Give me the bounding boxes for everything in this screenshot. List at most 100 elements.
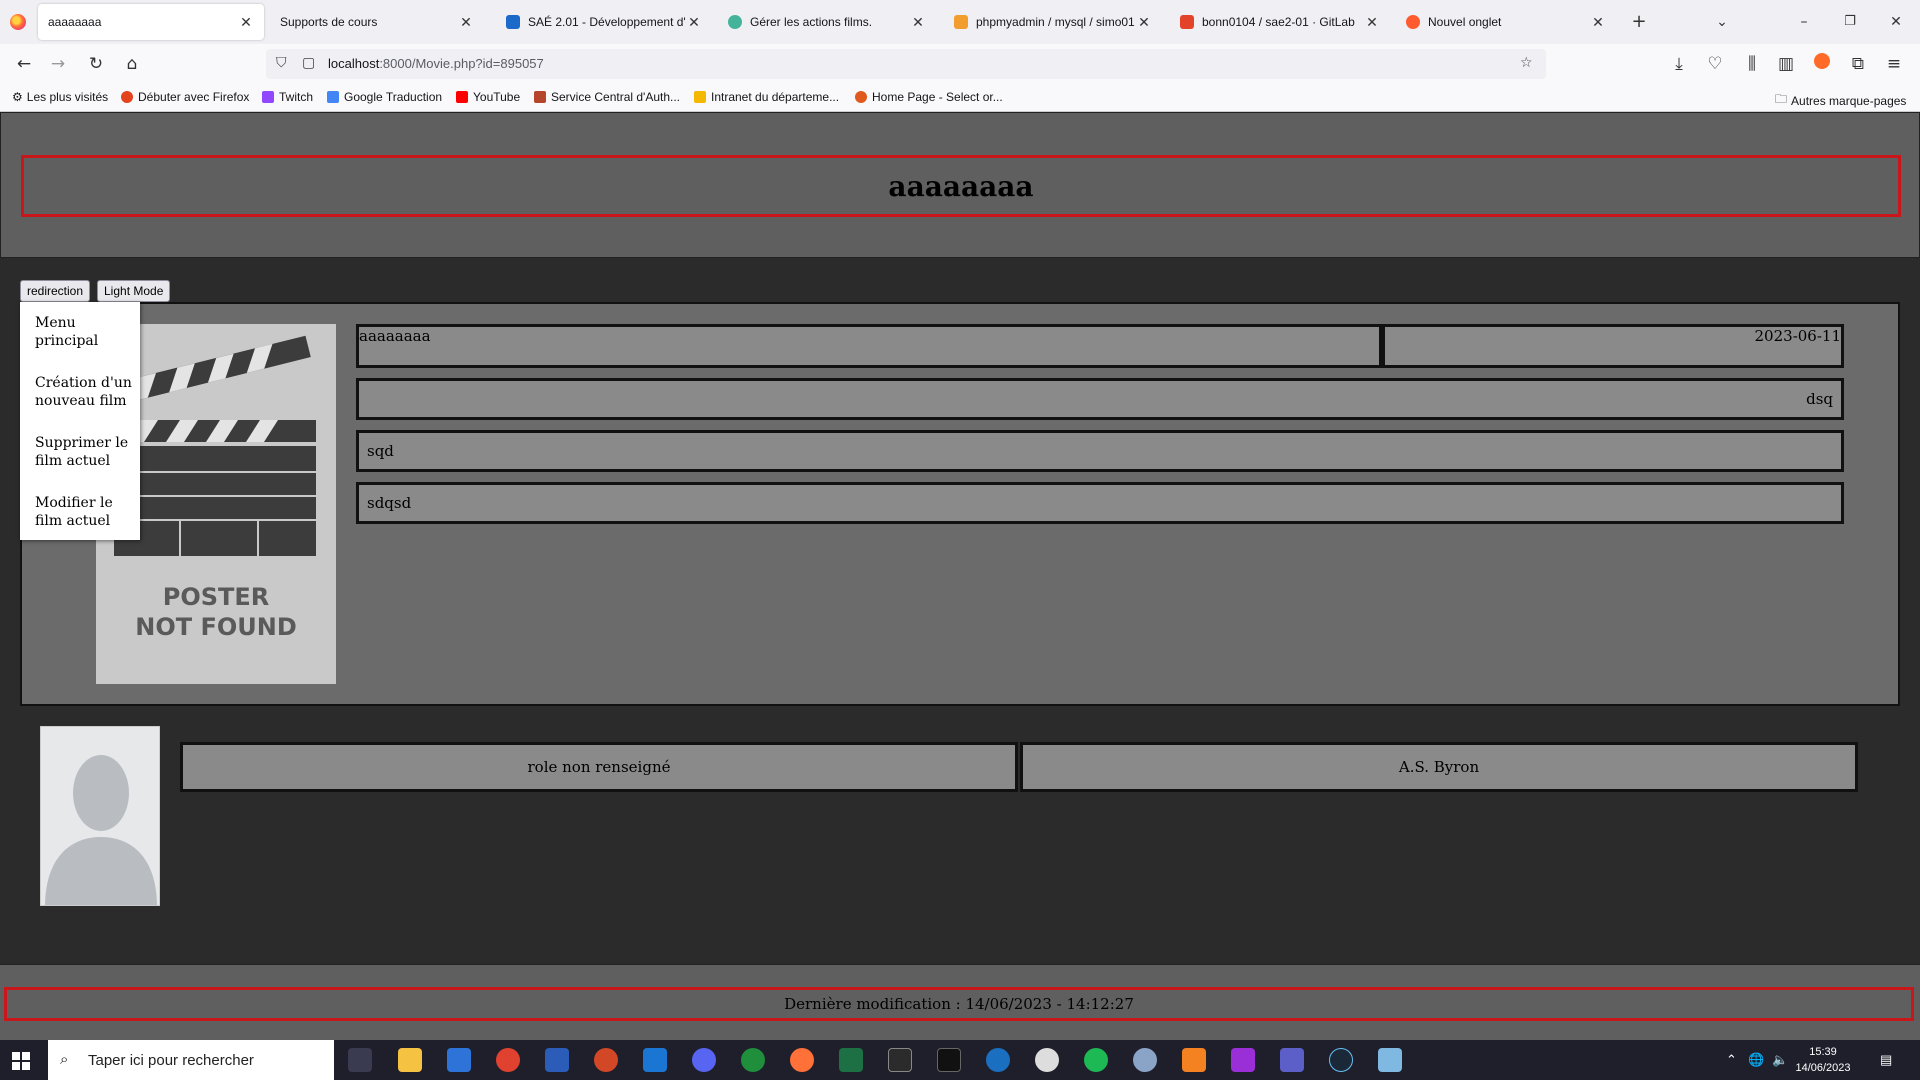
tab-label: Supports de cours: [280, 15, 378, 29]
ccleaner-icon[interactable]: [986, 1048, 1010, 1072]
browser-tab-bar: aaaaaaaa ✕ Supports de cours ✕ SAÉ 2.01 …: [0, 0, 1920, 44]
bookmark-home-page[interactable]: Home Page - Select or...: [855, 90, 1003, 104]
xampp-icon[interactable]: [1182, 1048, 1206, 1072]
epic-games-icon[interactable]: [888, 1048, 912, 1072]
new-tab-plus-icon[interactable]: +: [1627, 10, 1651, 34]
discord-icon[interactable]: [692, 1048, 716, 1072]
tab-gerer[interactable]: Gérer les actions films. ✕: [718, 4, 936, 40]
word-icon[interactable]: [545, 1048, 569, 1072]
gear-icon: ⚙: [12, 90, 23, 104]
bookmark-other-folder[interactable]: 🗀 Autres marque-pages: [1775, 90, 1906, 111]
shield-icon[interactable]: ⛉: [276, 55, 287, 71]
hamburger-menu-icon[interactable]: ≡: [1882, 52, 1906, 76]
bookmark-google-translate[interactable]: Google Traduction: [327, 90, 442, 104]
powerpoint-icon[interactable]: [594, 1048, 618, 1072]
excel-icon[interactable]: [839, 1048, 863, 1072]
close-icon[interactable]: ✕: [1364, 14, 1380, 31]
spotify-icon[interactable]: [1084, 1048, 1108, 1072]
reload-icon[interactable]: ↻: [84, 52, 108, 76]
url-text[interactable]: localhost:8000/Movie.php?id=895057: [328, 56, 544, 71]
bookmark-label: Les plus visités: [26, 90, 109, 104]
tab-label: bonn0104 / sae2-01 · GitLab: [1202, 15, 1355, 29]
tab-label: phpmyadmin / mysql / simo01: [976, 15, 1135, 29]
bookmark-label: Service Central d'Auth...: [551, 90, 681, 104]
bookmark-star-icon[interactable]: ☆: [1520, 55, 1533, 71]
bookmark-cas[interactable]: Service Central d'Auth...: [534, 90, 680, 104]
extensions-icon[interactable]: ⧉: [1846, 52, 1870, 76]
close-icon[interactable]: ✕: [1136, 14, 1152, 31]
xbox-icon[interactable]: [741, 1048, 765, 1072]
tab-list-chevron-icon[interactable]: ⌄: [1710, 10, 1734, 34]
task-view-icon[interactable]: [348, 1048, 372, 1072]
bookmark-most-visited[interactable]: ⚙ Les plus visités: [12, 90, 108, 104]
firefox-icon: [121, 91, 133, 103]
bookmark-intranet[interactable]: Intranet du départeme...: [694, 90, 839, 104]
close-icon[interactable]: ✕: [686, 14, 702, 31]
tab-current[interactable]: aaaaaaaa ✕: [38, 4, 264, 40]
tab-sae[interactable]: SAÉ 2.01 - Développement d'un ✕: [496, 4, 712, 40]
tab-gitlab[interactable]: bonn0104 / sae2-01 · GitLab ✕: [1170, 4, 1390, 40]
phpmyadmin-icon: [954, 15, 968, 29]
forward-arrow-icon[interactable]: →: [46, 52, 70, 76]
menu-item-delete-film[interactable]: Supprimer le film actuel: [35, 434, 135, 470]
tab-label: aaaaaaaa: [48, 15, 102, 29]
bookmark-youtube[interactable]: YouTube: [456, 90, 520, 104]
home-icon[interactable]: ⌂: [120, 52, 144, 76]
menu-item-main-menu[interactable]: Menu principal: [35, 314, 135, 350]
close-icon[interactable]: ✕: [458, 14, 474, 31]
library-icon[interactable]: ⫼: [1740, 52, 1764, 76]
bookmark-label: Home Page - Select or...: [872, 90, 1003, 104]
minimize-icon[interactable]: –: [1792, 10, 1816, 34]
phpstorm-icon[interactable]: [1231, 1048, 1255, 1072]
chevron-up-icon[interactable]: ⌃: [1726, 1052, 1737, 1068]
poster-text-line1: POSTER: [162, 583, 270, 611]
light-mode-button[interactable]: Light Mode: [97, 280, 171, 302]
notes-app-icon[interactable]: [1378, 1048, 1402, 1072]
bookmark-label: Débuter avec Firefox: [138, 90, 250, 104]
tab-phpmyadmin[interactable]: phpmyadmin / mysql / simo01 ✕: [944, 4, 1162, 40]
redirection-dropdown-menu: Menu principal Création d'un nouveau fil…: [20, 302, 140, 540]
url-bar[interactable]: ⛉ ▢ localhost:8000/Movie.php?id=895057 ☆: [266, 49, 1546, 79]
actor-name-box[interactable]: A.S. Byron: [1020, 742, 1858, 792]
menu-item-create-film[interactable]: Création d'un nouveau film: [35, 374, 135, 410]
google-translate-icon: [327, 91, 339, 103]
page-title: aaaaaaaa: [888, 169, 1034, 203]
redirection-button[interactable]: redirection: [20, 280, 91, 302]
sidebar-icon[interactable]: ▥: [1774, 52, 1798, 76]
teams-icon[interactable]: [1280, 1048, 1304, 1072]
store-icon[interactable]: [447, 1048, 471, 1072]
menu-item-edit-film[interactable]: Modifier le film actuel: [35, 494, 135, 530]
taskbar-search-box[interactable]: ⌕ Taper ici pour rechercher: [48, 1040, 334, 1080]
taskbar-clock[interactable]: 15:39 14/06/2023: [1788, 1044, 1858, 1076]
restore-icon[interactable]: ❐: [1838, 10, 1862, 34]
actor-avatar[interactable]: [40, 726, 160, 906]
steam-icon[interactable]: [1329, 1048, 1353, 1072]
actor-role: role non renseigné: [527, 758, 671, 776]
cloud-app-icon[interactable]: [1133, 1048, 1157, 1072]
bookmarks-bar: ⚙ Les plus visités Débuter avec Firefox T…: [0, 84, 1920, 112]
window-close-icon[interactable]: ✕: [1884, 10, 1908, 34]
page-header: aaaaaaaa: [0, 112, 1920, 258]
obs-icon[interactable]: [1035, 1048, 1059, 1072]
chrome-icon[interactable]: [496, 1048, 520, 1072]
bookmark-firefox[interactable]: Débuter avec Firefox: [121, 90, 249, 104]
pocket-icon[interactable]: ♡: [1703, 52, 1727, 76]
firefox-taskbar-icon[interactable]: [790, 1048, 814, 1072]
tab-supports[interactable]: Supports de cours ✕: [270, 4, 484, 40]
account-avatar-icon[interactable]: [1810, 52, 1834, 76]
speaker-icon[interactable]: 🔈: [1772, 1052, 1788, 1068]
close-icon[interactable]: ✕: [238, 14, 254, 31]
firefox-icon[interactable]: [10, 14, 26, 30]
bookmark-twitch[interactable]: Twitch: [262, 90, 313, 104]
file-explorer-icon[interactable]: [398, 1048, 422, 1072]
close-icon[interactable]: ✕: [1590, 14, 1606, 31]
globe-icon[interactable]: 🌐: [1748, 1052, 1764, 1068]
monitor-app-icon[interactable]: [937, 1048, 961, 1072]
windows-start-icon[interactable]: [12, 1052, 30, 1070]
notification-icon[interactable]: ▤: [1880, 1052, 1892, 1068]
mail-icon[interactable]: [643, 1048, 667, 1072]
back-arrow-icon[interactable]: ←: [12, 52, 36, 76]
download-icon[interactable]: ⤓: [1667, 52, 1691, 76]
tab-new[interactable]: Nouvel onglet ✕: [1396, 4, 1616, 40]
close-icon[interactable]: ✕: [910, 14, 926, 31]
